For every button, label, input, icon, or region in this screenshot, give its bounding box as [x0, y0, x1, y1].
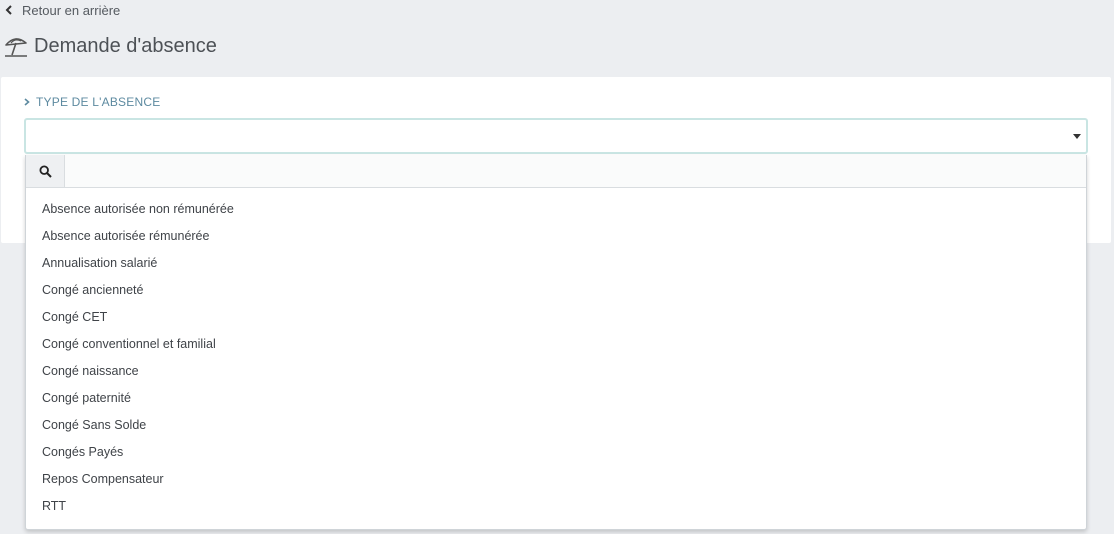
option-item[interactable]: Repos Compensateur — [26, 466, 1086, 493]
page-title-text: Demande d'absence — [34, 34, 217, 57]
option-item[interactable]: Congés Payés — [26, 439, 1086, 466]
dropdown-search-input[interactable] — [65, 155, 1092, 187]
page-title: Demande d'absence — [3, 32, 217, 60]
absence-type-select[interactable] — [24, 118, 1088, 154]
dropdown-search-row — [26, 155, 1092, 188]
absence-type-dropdown: Absence autorisée non rémunérée Absence … — [25, 155, 1092, 530]
option-item[interactable]: Congé conventionnel et familial — [26, 331, 1086, 358]
caret-down-icon — [1073, 134, 1081, 139]
option-item[interactable]: Congé ancienneté — [26, 277, 1086, 304]
absence-type-label: TYPE DE L'ABSENCE — [24, 94, 160, 110]
chevron-left-icon — [3, 4, 15, 16]
back-link[interactable]: Retour en arrière — [3, 1, 120, 19]
option-item[interactable]: Congé CET — [26, 304, 1086, 331]
option-item[interactable]: Congé Sans Solde — [26, 412, 1086, 439]
search-icon — [26, 155, 65, 187]
option-item[interactable]: Annualisation salarié — [26, 250, 1086, 277]
beach-umbrella-icon — [3, 33, 29, 59]
option-item[interactable]: Absence autorisée rémunérée — [26, 223, 1086, 250]
absence-type-label-text: TYPE DE L'ABSENCE — [36, 95, 161, 109]
option-item[interactable]: Congé naissance — [26, 358, 1086, 385]
chevron-right-icon — [24, 95, 30, 109]
option-list: Absence autorisée non rémunérée Absence … — [26, 196, 1086, 520]
back-link-label: Retour en arrière — [22, 2, 121, 18]
option-item[interactable]: Congé paternité — [26, 385, 1086, 412]
option-item[interactable]: Absence autorisée non rémunérée — [26, 196, 1086, 223]
option-item[interactable]: RTT — [26, 493, 1086, 520]
